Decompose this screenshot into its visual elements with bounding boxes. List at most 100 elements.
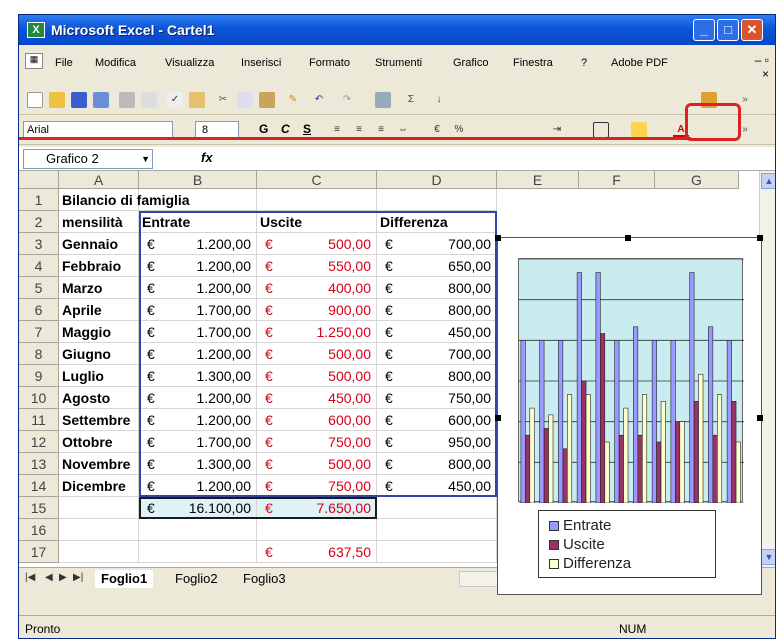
bar-entrate-ottobre[interactable]: [689, 272, 695, 504]
align-center-icon[interactable]: ≡: [351, 122, 367, 138]
fill-color-icon[interactable]: [631, 122, 647, 138]
cut-icon[interactable]: ✂: [215, 92, 231, 108]
cell[interactable]: [59, 519, 139, 541]
new-icon[interactable]: [27, 92, 43, 108]
maximize-button[interactable]: □: [717, 19, 739, 41]
plot-area[interactable]: [518, 258, 744, 504]
bar-uscite-febbraio[interactable]: [543, 428, 549, 504]
scroll-down-icon[interactable]: ▼: [761, 549, 775, 565]
row-header-1[interactable]: 1: [19, 189, 59, 211]
minimize-button[interactable]: _: [693, 19, 715, 41]
hyperlink-icon[interactable]: [375, 92, 391, 108]
bar-differenza-aprile[interactable]: [585, 394, 591, 504]
row-header-15[interactable]: 15: [19, 497, 59, 519]
embedded-chart[interactable]: Entrate Uscite Differenza: [495, 235, 763, 595]
menu-visualizza[interactable]: Visualizza: [165, 57, 214, 69]
cell[interactable]: [377, 497, 497, 519]
permission-icon[interactable]: [93, 92, 109, 108]
bar-entrate-settembre[interactable]: [670, 340, 676, 504]
row-header-17[interactable]: 17: [19, 541, 59, 563]
percent-style-icon[interactable]: %: [451, 122, 467, 138]
print-preview-icon[interactable]: [141, 92, 157, 108]
bar-entrate-luglio[interactable]: [633, 326, 639, 504]
bar-differenza-febbraio[interactable]: [548, 414, 554, 504]
borders-icon[interactable]: [593, 122, 609, 138]
bar-differenza-novembre[interactable]: [717, 394, 723, 504]
bar-uscite-dicembre[interactable]: [731, 401, 737, 504]
selection-handle[interactable]: [757, 415, 763, 421]
selection-handle[interactable]: [495, 235, 501, 241]
chart-legend[interactable]: Entrate Uscite Differenza: [538, 510, 716, 578]
bar-entrate-maggio[interactable]: [595, 272, 601, 504]
bar-differenza-luglio[interactable]: [642, 394, 648, 504]
bar-entrate-gennaio[interactable]: [520, 340, 526, 504]
menu-modifica[interactable]: Modifica: [95, 57, 136, 69]
document-icon[interactable]: ▦: [25, 53, 43, 69]
column-header-e[interactable]: E: [497, 171, 579, 189]
row-header-8[interactable]: 8: [19, 343, 59, 365]
menu-inserisci[interactable]: Inserisci: [241, 57, 281, 69]
bar-uscite-luglio[interactable]: [637, 434, 643, 504]
bar-uscite-maggio[interactable]: [600, 333, 606, 504]
bar-differenza-maggio[interactable]: [604, 441, 610, 504]
save-icon[interactable]: [71, 92, 87, 108]
row-header-13[interactable]: 13: [19, 453, 59, 475]
row-header-7[interactable]: 7: [19, 321, 59, 343]
bar-uscite-marzo[interactable]: [562, 448, 568, 504]
next-sheet-icon[interactable]: ▶: [59, 572, 67, 583]
bar-uscite-aprile[interactable]: [581, 380, 587, 504]
column-header-d[interactable]: D: [377, 171, 497, 189]
name-box[interactable]: Grafico 2 ▼: [23, 149, 153, 169]
tab-foglio3[interactable]: Foglio3: [237, 570, 292, 588]
format-painter-icon[interactable]: ✎: [285, 92, 301, 108]
underline-button[interactable]: S: [303, 122, 311, 136]
column-header-c[interactable]: C: [257, 171, 377, 189]
open-icon[interactable]: [49, 92, 65, 108]
row-header-5[interactable]: 5: [19, 277, 59, 299]
cell[interactable]: [59, 497, 139, 519]
merge-center-icon[interactable]: ⇔: [395, 122, 411, 138]
scroll-up-icon[interactable]: ▲: [761, 173, 775, 189]
bar-differenza-agosto[interactable]: [660, 401, 666, 504]
column-header-b[interactable]: B: [139, 171, 257, 189]
print-icon[interactable]: [119, 92, 135, 108]
autosum-icon[interactable]: Σ: [403, 92, 419, 108]
chevron-down-icon[interactable]: ▼: [141, 150, 150, 168]
align-right-icon[interactable]: ≡: [373, 122, 389, 138]
bar-differenza-dicembre[interactable]: [735, 441, 741, 504]
bar-differenza-giugno[interactable]: [623, 407, 629, 504]
bar-differenza-settembre[interactable]: [679, 421, 685, 504]
bar-entrate-agosto[interactable]: [651, 340, 657, 504]
column-header-f[interactable]: F: [579, 171, 655, 189]
bar-entrate-novembre[interactable]: [708, 326, 714, 504]
bar-differenza-marzo[interactable]: [567, 394, 573, 504]
last-sheet-icon[interactable]: ▶|: [73, 572, 83, 583]
redo-icon[interactable]: ↷: [339, 92, 355, 108]
row-header-16[interactable]: 16: [19, 519, 59, 541]
row-header-3[interactable]: 3: [19, 233, 59, 255]
row-header-10[interactable]: 10: [19, 387, 59, 409]
cell[interactable]: [139, 541, 257, 563]
bar-entrate-marzo[interactable]: [558, 340, 564, 504]
cell[interactable]: [139, 519, 257, 541]
bar-uscite-agosto[interactable]: [656, 441, 662, 504]
row-header-4[interactable]: 4: [19, 255, 59, 277]
paste-icon[interactable]: [259, 92, 275, 108]
row-header-9[interactable]: 9: [19, 365, 59, 387]
menu-help[interactable]: ?: [581, 57, 587, 69]
cell[interactable]: [59, 541, 139, 563]
menu-formato[interactable]: Formato: [309, 57, 350, 69]
column-header-a[interactable]: A: [59, 171, 139, 189]
document-controls[interactable]: – ▫ ×: [755, 53, 769, 81]
bold-button[interactable]: G: [259, 122, 268, 136]
bar-uscite-ottobre[interactable]: [693, 401, 699, 504]
bar-entrate-giugno[interactable]: [614, 340, 620, 504]
spelling-icon[interactable]: ✓: [167, 92, 183, 108]
menu-adobe-pdf[interactable]: Adobe PDF: [611, 57, 668, 69]
column-header-g[interactable]: G: [655, 171, 739, 189]
prev-sheet-icon[interactable]: ◀: [45, 572, 53, 583]
cell[interactable]: [377, 189, 497, 211]
selection-handle[interactable]: [625, 235, 631, 241]
italic-button[interactable]: C: [281, 122, 290, 136]
row-header-6[interactable]: 6: [19, 299, 59, 321]
